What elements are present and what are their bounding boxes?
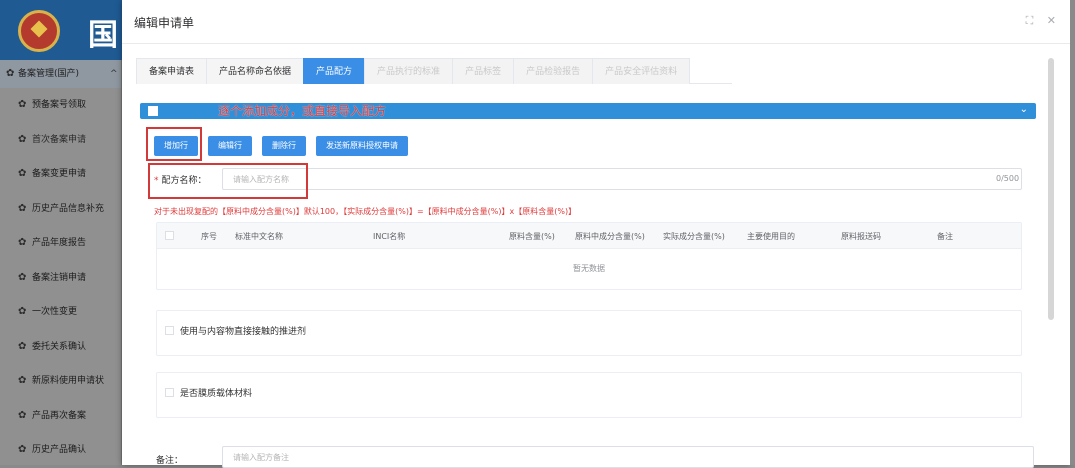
- sidebar-item-refile[interactable]: ✿ 产品再次备案: [0, 399, 121, 434]
- sidebar-item-first-filing[interactable]: ✿ 首次备案申请: [0, 123, 121, 158]
- col-material-content: 原料含量(%): [509, 232, 555, 241]
- sidebar-item-cancel[interactable]: ✿ 备案注销申请: [0, 261, 121, 296]
- tab-application-form[interactable]: 备案申请表: [136, 58, 208, 84]
- chevron-up-icon: ^: [110, 69, 118, 79]
- page-edge: [1070, 0, 1075, 465]
- membrane-option-box: 是否膜质载体材料: [156, 372, 1022, 418]
- site-title: 国: [88, 18, 118, 53]
- col-submit-code: 原料报送码: [841, 232, 881, 241]
- ingredient-table: 序号 标准中文名称 INCI名称 原料含量(%) 原料中成分含量(%) 实际成分…: [156, 222, 1022, 290]
- gear-icon: ✿: [18, 306, 27, 317]
- char-counter: 0/500: [996, 174, 1020, 183]
- tab-formula[interactable]: 产品配方: [303, 58, 366, 84]
- gear-icon: ✿: [18, 444, 27, 455]
- sidebar-item-one-time-change[interactable]: ✿ 一次性变更: [0, 295, 121, 330]
- gear-icon: ✿: [18, 202, 27, 214]
- chevron-down-icon[interactable]: ⌄: [1020, 104, 1028, 115]
- membrane-option[interactable]: 是否膜质载体材料: [165, 386, 252, 399]
- gear-icon: ✿: [18, 375, 27, 386]
- toolbar: 增加行 编辑行 删除行 发送新原料授权申请: [154, 136, 418, 156]
- sidebar-item-history-supplement[interactable]: ✿ 历史产品信息补充: [0, 192, 121, 227]
- add-row-button[interactable]: 增加行: [154, 136, 198, 156]
- remark-label: 备注：: [156, 456, 184, 466]
- modal-title: 编辑申请单: [134, 16, 195, 30]
- gear-icon: ✿: [18, 340, 27, 352]
- sidebar: ✿ 备案管理(国产) ^ ✿ 预备案号领取 ✿ 首次备案申请 ✿ 备案变更申请 ✿ 历史…: [0, 60, 122, 465]
- formula-name-label: * 配方名称：: [154, 176, 207, 186]
- propellant-checkbox[interactable]: [165, 326, 174, 335]
- edit-application-modal: 编辑申请单 ⛶ ✕ 备案申请表 产品名称命名依据 产品配方 产品执行的标准 产品…: [122, 0, 1070, 468]
- gear-icon: ✿: [18, 409, 27, 421]
- gear-icon: ✿: [18, 237, 27, 248]
- edit-row-button[interactable]: 编辑行: [208, 136, 252, 156]
- sidebar-item-history-confirm[interactable]: ✿ 历史产品确认: [0, 433, 121, 468]
- gear-icon: ✿: [6, 68, 15, 79]
- sidebar-item-change[interactable]: ✿ 备案变更申请: [0, 157, 121, 192]
- table-header: 序号 标准中文名称 INCI名称 原料含量(%) 原料中成分含量(%) 实际成分…: [157, 223, 1021, 249]
- select-all-checkbox[interactable]: [165, 231, 174, 240]
- scrollbar[interactable]: [1048, 58, 1054, 320]
- send-authorization-button[interactable]: 发送新原料授权申请: [316, 136, 408, 156]
- delete-row-button[interactable]: 删除行: [262, 136, 306, 156]
- sidebar-item-entrust-confirm[interactable]: ✿ 委托关系确认: [0, 330, 121, 365]
- tab-naming-basis[interactable]: 产品名称命名依据: [206, 58, 305, 84]
- fullscreen-icon[interactable]: ⛶: [1026, 14, 1034, 27]
- gear-icon: ✿: [18, 271, 27, 283]
- col-purpose: 主要使用目的: [747, 232, 795, 241]
- modal-header: 编辑申请单 ⛶ ✕: [122, 0, 1070, 44]
- col-actual-content: 实际成分含量(%): [663, 232, 725, 241]
- sidebar-group[interactable]: ✿ 备案管理(国产) ^: [0, 60, 121, 88]
- col-inci-name: INCI名称: [373, 232, 406, 241]
- sidebar-group-label: 备案管理(国产): [18, 69, 80, 79]
- formula-name-input[interactable]: [222, 168, 1022, 190]
- col-remark: 备注: [937, 232, 953, 241]
- propellant-option-box: 使用与内容物直接接触的推进剂: [156, 310, 1022, 356]
- sidebar-item-new-material[interactable]: ✿ 新原料使用申请状: [0, 364, 121, 399]
- empty-state: 暂无数据: [573, 264, 605, 273]
- formula-note: 对于未出现复配的【原料中成分含量(%)】默认100，【实际成分含量(%)】=【原…: [154, 207, 577, 216]
- propellant-option[interactable]: 使用与内容物直接接触的推进剂: [165, 324, 306, 337]
- tab-inspection-report[interactable]: 产品检验报告: [513, 58, 594, 84]
- close-icon[interactable]: ✕: [1047, 14, 1056, 27]
- gear-icon: ✿: [18, 99, 27, 110]
- tab-label[interactable]: 产品标签: [452, 58, 515, 84]
- tab-standard[interactable]: 产品执行的标准: [364, 58, 454, 84]
- col-component-content: 原料中成分含量(%): [575, 232, 645, 241]
- membrane-checkbox[interactable]: [165, 388, 174, 397]
- tab-safety-assessment[interactable]: 产品安全评估资料: [592, 58, 691, 84]
- sidebar-item-annual-report[interactable]: ✿ 产品年度报告: [0, 226, 121, 261]
- annotation-text: 逐个添加成分，或直接导入配方: [218, 104, 387, 118]
- section-checkbox[interactable]: [148, 106, 158, 116]
- national-emblem-icon: [18, 10, 60, 52]
- gear-icon: ✿: [18, 168, 27, 179]
- gear-icon: ✿: [18, 133, 27, 145]
- tab-bar: 备案申请表 产品名称命名依据 产品配方 产品执行的标准 产品标签 产品检验报告 …: [136, 58, 732, 84]
- col-chinese-name: 标准中文名称: [235, 232, 283, 241]
- sidebar-item-pre-number[interactable]: ✿ 预备案号领取: [0, 88, 121, 123]
- col-index: 序号: [201, 232, 217, 241]
